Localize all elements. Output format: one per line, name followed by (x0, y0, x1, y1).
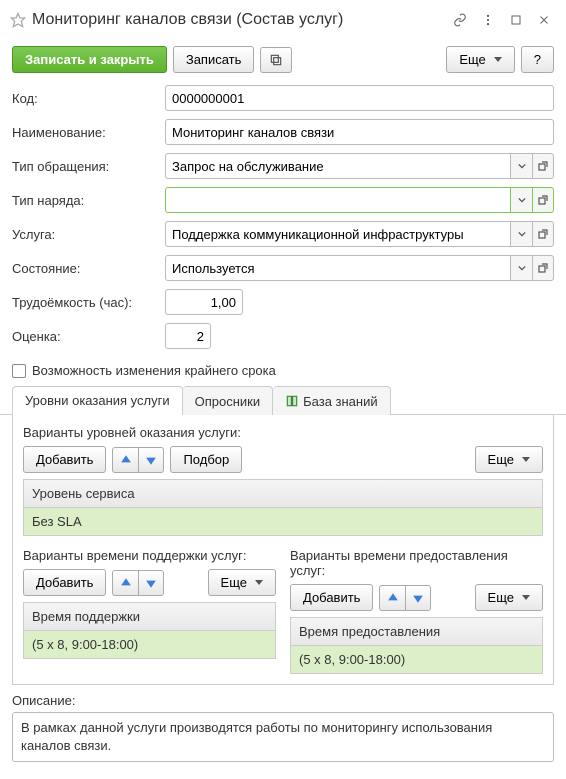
grid-row[interactable]: (5 x 8, 9:00-18:00) (24, 631, 275, 658)
levels-grid: Уровень сервиса Без SLA (23, 479, 543, 536)
close-icon[interactable] (532, 8, 556, 32)
add-button[interactable]: Добавить (290, 584, 373, 611)
service-input[interactable] (165, 221, 510, 247)
add-button[interactable]: Добавить (23, 569, 106, 596)
open-icon[interactable] (532, 153, 554, 179)
save-button[interactable]: Записать (173, 46, 255, 73)
move-up-button[interactable] (112, 570, 138, 596)
open-icon[interactable] (532, 221, 554, 247)
name-input[interactable] (165, 119, 554, 145)
pick-button[interactable]: Подбор (170, 446, 242, 473)
variants-label: Варианты уровней оказания услуги: (23, 425, 543, 440)
more-button[interactable]: Еще (446, 46, 514, 73)
order-type-input[interactable] (165, 187, 510, 213)
order-type-label: Тип наряда: (12, 193, 157, 208)
support-grid: Время поддержки (5 x 8, 9:00-18:00) (23, 602, 276, 659)
grid-row[interactable]: Без SLA (24, 508, 542, 535)
effort-input[interactable] (165, 289, 243, 315)
move-down-button[interactable] (138, 570, 164, 596)
kebab-icon[interactable] (476, 8, 500, 32)
grid-header: Время поддержки (24, 603, 275, 631)
tab-levels[interactable]: Уровни оказания услуги (12, 386, 183, 415)
link-icon[interactable] (448, 8, 472, 32)
chevron-down-icon[interactable] (510, 153, 532, 179)
chevron-down-icon[interactable] (510, 255, 532, 281)
rating-input[interactable] (165, 323, 211, 349)
save-close-button[interactable]: Записать и закрыть (12, 46, 167, 73)
more-button[interactable]: Еще (475, 584, 543, 611)
chevron-down-icon[interactable] (510, 187, 532, 213)
provision-grid: Время предоставления (5 x 8, 9:00-18:00) (290, 617, 543, 674)
open-icon[interactable] (532, 187, 554, 213)
tab-surveys[interactable]: Опросники (183, 386, 274, 415)
maximize-icon[interactable] (504, 8, 528, 32)
more-button[interactable]: Еще (475, 446, 543, 473)
service-label: Услуга: (12, 227, 157, 242)
more-button[interactable]: Еще (208, 569, 276, 596)
rating-label: Оценка: (12, 329, 157, 344)
deadline-change-checkbox[interactable] (12, 364, 26, 378)
provision-label: Варианты времени предоставления услуг: (290, 548, 543, 578)
grid-row[interactable]: (5 x 8, 9:00-18:00) (291, 646, 542, 673)
open-icon[interactable] (532, 255, 554, 281)
window-title: Мониторинг каналов связи (Состав услуг) (32, 11, 442, 29)
code-label: Код: (12, 91, 157, 106)
description-label: Описание: (0, 685, 566, 712)
code-input[interactable] (165, 85, 554, 111)
book-icon (285, 394, 299, 408)
copy-button[interactable] (260, 47, 292, 73)
move-up-button[interactable] (112, 447, 138, 473)
chevron-down-icon[interactable] (510, 221, 532, 247)
request-type-label: Тип обращения: (12, 159, 157, 174)
effort-label: Трудоёмкость (час): (12, 295, 157, 310)
support-label: Варианты времени поддержки услуг: (23, 548, 276, 563)
move-up-button[interactable] (379, 585, 405, 611)
star-icon[interactable] (10, 12, 26, 28)
grid-header: Уровень сервиса (24, 480, 542, 508)
state-input[interactable] (165, 255, 510, 281)
help-button[interactable]: ? (521, 46, 554, 73)
grid-header: Время предоставления (291, 618, 542, 646)
name-label: Наименование: (12, 125, 157, 140)
tab-kb[interactable]: База знаний (273, 386, 391, 415)
deadline-change-label: Возможность изменения крайнего срока (32, 363, 276, 378)
move-down-button[interactable] (405, 585, 431, 611)
move-down-button[interactable] (138, 447, 164, 473)
request-type-input[interactable] (165, 153, 510, 179)
add-button[interactable]: Добавить (23, 446, 106, 473)
description-textarea[interactable]: В рамках данной услуги производятся рабо… (12, 712, 554, 762)
state-label: Состояние: (12, 261, 157, 276)
